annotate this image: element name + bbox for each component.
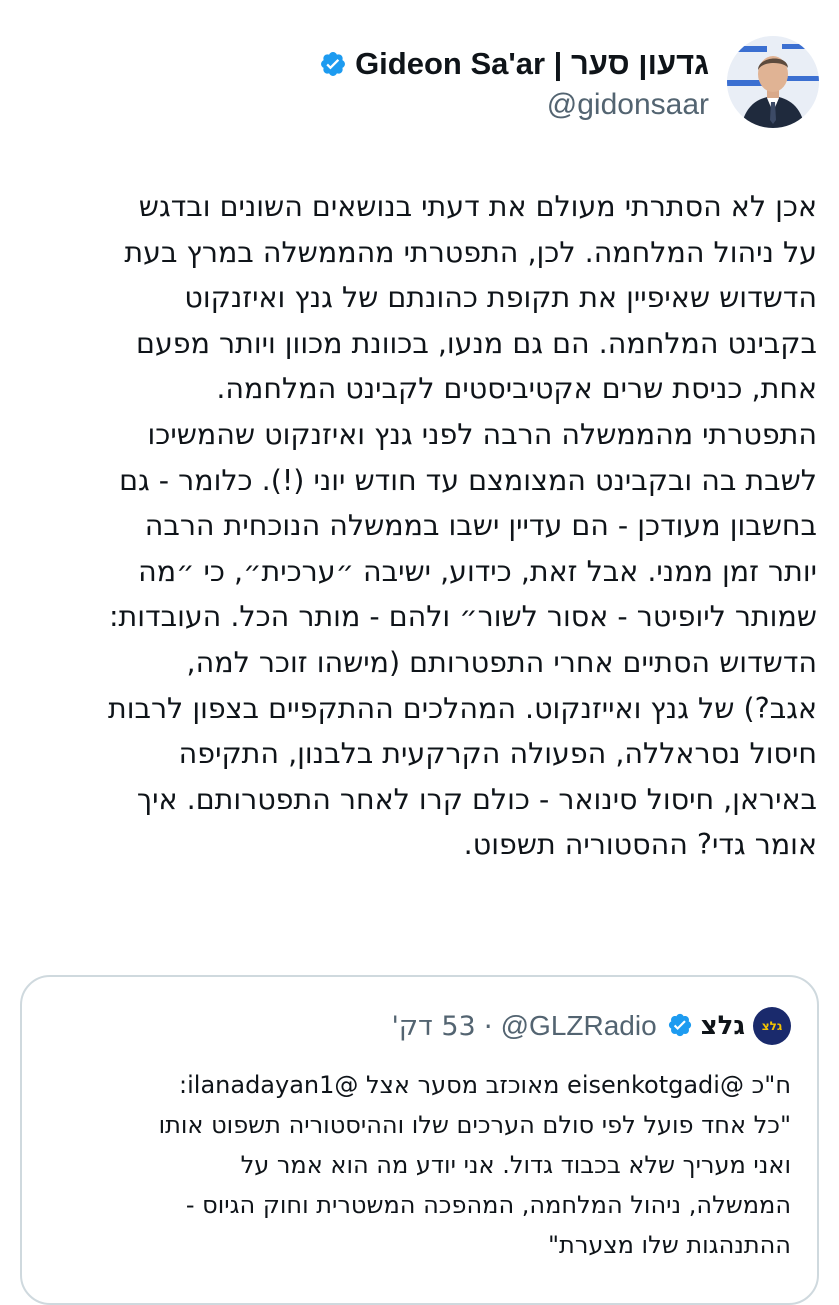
quoted-author-name[interactable]: גלצ <box>701 1011 745 1041</box>
tweet-line: אחת, כניסת שרים אקטיביסטים לקבינט המלחמה… <box>216 372 817 406</box>
quote-line: ואני מעריך שלא בכבוד גדול. אני יודע מה ה… <box>240 1151 791 1179</box>
quoted-tweet-time[interactable]: 53 דק' <box>391 1011 475 1042</box>
quoted-tweet-header: גלצ גלצ @GLZRadio · 53 דק' <box>48 1007 791 1045</box>
tweet-line: הדשדוש הסתיים אחרי התפטרותם (מישהו זוכר … <box>186 645 817 679</box>
quote-line: "כל אחד פועל לפי סולם הערכים שלו וההיסטו… <box>158 1111 791 1139</box>
tweet-line: חיסול נסראללה, הפעולה הקרקעית בלבנון, הת… <box>178 737 817 771</box>
quoted-tweet-card[interactable]: גלצ גלצ @GLZRadio · 53 דק' ח"כ @eisenkot… <box>20 975 819 1305</box>
author-display-name[interactable]: גדעון סער | Gideon Sa'ar <box>355 44 709 84</box>
tweet-header: גדעון סער | Gideon Sa'ar @gidonsaar <box>20 36 819 136</box>
verified-badge-icon <box>319 50 347 78</box>
tweet-line: לשבת בה ובקבינט המצומצם עד חודש יוני (!)… <box>119 463 817 497</box>
glz-logo-avatar[interactable]: גלצ <box>753 1007 791 1045</box>
tweet-line: יותר זמן ממני. אבל זאת, כידוע, ישיבה ״ער… <box>138 554 817 588</box>
author-avatar[interactable] <box>727 36 819 128</box>
quote-line: הממשלה, ניהול המלחמה, המהפכה המשטרית וחו… <box>185 1191 791 1219</box>
tweet-line: אגב?) של גנץ ואייזנקוט. המהלכים ההתקפיים… <box>108 691 817 725</box>
tweet-line: אומר גדי? ההסטוריה תשפוט. <box>463 828 817 862</box>
quote-line: ח"כ @eisenkotgadi מאוכזב מסער אצל @ilana… <box>179 1071 791 1099</box>
verified-badge-icon <box>665 1012 693 1040</box>
tweet-line: על ניהול המלחמה. לכן, התפטרתי מהממשלה במ… <box>124 235 817 269</box>
tweet-line: הדשדוש שאיפיין את תקופת כהונתם של גנץ וא… <box>184 281 817 315</box>
tweet-line: התפטרתי מהממשלה הרבה לפני גנץ ואיזנקוט ש… <box>147 417 818 451</box>
quote-line: ההתנהגות שלו מצערת" <box>548 1231 791 1259</box>
tweet-line: באיראן, חיסול סינואר - כולם קרו לאחר התפ… <box>136 782 817 816</box>
tweet-line: אכן לא הסתרתי מעולם את דעתי בנושאים השונ… <box>138 190 817 223</box>
quoted-author-handle[interactable]: @GLZRadio <box>501 1010 657 1042</box>
separator-dot: · <box>483 1009 493 1043</box>
tweet-text: אכן לא הסתרתי מעולם את דעתי בנושאים השונ… <box>16 184 817 868</box>
tweet-line: שמותר ליופיטר - אסור לשור״ ולהם - מותר ה… <box>108 600 817 634</box>
quoted-tweet-text: ח"כ @eisenkotgadi מאוכזב מסער אצל @ilana… <box>48 1065 791 1265</box>
author-name-block: גדעון סער | Gideon Sa'ar @gidonsaar <box>319 44 709 122</box>
display-name-row: גדעון סער | Gideon Sa'ar <box>319 44 709 84</box>
tweet-line: בחשבון מעודכן - הם עדיין ישבו בממשלה הנו… <box>144 509 817 543</box>
tweet-line: בקבינט המלחמה. הם גם מנעו, בכוונת מכוון … <box>136 326 817 360</box>
author-handle[interactable]: @gidonsaar <box>319 88 709 122</box>
avatar-photo <box>727 36 819 128</box>
